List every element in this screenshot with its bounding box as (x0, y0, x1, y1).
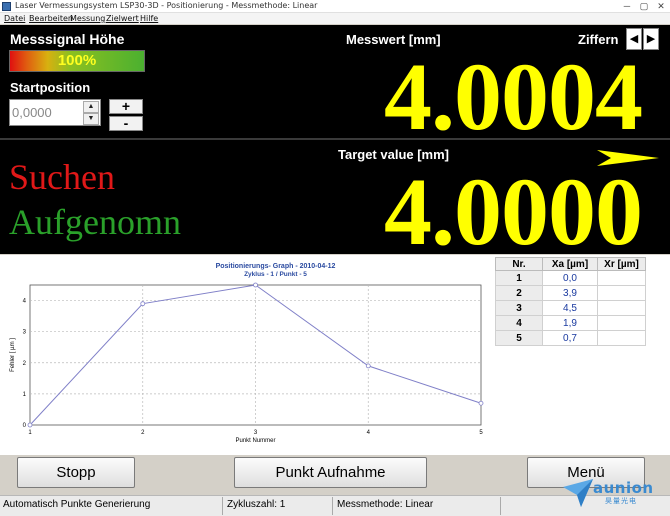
start-position-input[interactable] (12, 103, 80, 122)
positioning-graph: 1 2 3 4 5 0 1 2 3 4 Positionierungs- Graph - 2010-… (0, 255, 493, 455)
status-recorded: Aufgenomn (9, 202, 181, 242)
status-cycle: Zykluszahl: 1 (227, 499, 286, 510)
cell-xr (597, 315, 646, 331)
cell-nr: 5 (495, 330, 543, 346)
status-method: Messmethode: Linear (337, 499, 434, 510)
measurement-value: 4.0004 (384, 43, 643, 150)
status-searching: Suchen (9, 157, 115, 197)
x-tick-label: 5 (479, 430, 483, 436)
minimize-button[interactable]: ─ (620, 0, 634, 12)
spin-up-button[interactable]: ▲ (83, 101, 99, 113)
menu-messung[interactable]: Messung (70, 14, 105, 23)
target-value: 4.0000 (384, 158, 643, 265)
title-bar: Laser Vermessungsystem LSP30-3D - Positi… (0, 0, 670, 13)
decrement-button[interactable]: - (109, 116, 143, 131)
target-panel: Target value [mm] Suchen Aufgenomn 4.000… (0, 140, 670, 260)
signal-label: Messsignal Höhe (10, 31, 125, 47)
menu-datei[interactable]: Datei (4, 14, 25, 23)
cell-xr (597, 330, 646, 346)
table-row[interactable]: 1 0,0 (495, 270, 646, 286)
chart-svg: 1 2 3 4 501234Positionierungs- Graph - 2010-… (10, 263, 484, 444)
target-direction-arrow-icon (597, 150, 659, 166)
y-tick-label: 0 (23, 423, 27, 429)
cell-nr: 4 (495, 315, 543, 331)
cell-xa: 0,7 (542, 330, 598, 346)
data-point (478, 400, 484, 406)
menu-bearbeiten[interactable]: Bearbeiten (29, 14, 73, 23)
table-row[interactable]: 4 1,9 (495, 315, 646, 331)
signal-strength-bar: 100% (9, 50, 145, 72)
window-title: Laser Vermessungsystem LSP30-3D - Positi… (15, 1, 318, 10)
table-row[interactable]: 3 4,5 (495, 300, 646, 316)
stop-button[interactable]: Stopp (17, 457, 135, 488)
y-tick-label: 1 (23, 392, 27, 398)
start-position-label: Startposition (10, 80, 91, 95)
cell-xa: 0,0 (542, 270, 598, 286)
cell-nr: 2 (495, 285, 543, 301)
cell-nr: 1 (495, 270, 543, 286)
cell-xa: 3,9 (542, 285, 598, 301)
record-point-button[interactable]: Punkt Aufnahme (234, 457, 427, 488)
x-tick-label: 1 (28, 430, 32, 436)
menu-zielwert[interactable]: Zielwert (106, 14, 139, 23)
cell-nr: 3 (495, 300, 543, 316)
spin-down-button[interactable]: ▼ (83, 113, 99, 125)
maximize-button[interactable]: ▢ (637, 0, 651, 12)
table-row[interactable]: 2 3,9 (495, 285, 646, 301)
cell-xa: 1,9 (542, 315, 598, 331)
brand-name: aunion (593, 479, 654, 497)
results-table: Nr. Xa [µm] Xr [µm] 1 0,0 2 3,9 3 4,5 4 … (495, 257, 646, 346)
signal-percent: 100% (57, 52, 97, 69)
column-header-nr: Nr. (495, 257, 543, 271)
increment-button[interactable]: + (109, 99, 143, 114)
data-point (253, 282, 258, 288)
x-axis-label: Punkt Nummer (235, 438, 275, 444)
column-header-xa: Xa [µm] (542, 257, 598, 271)
status-separator (222, 497, 223, 515)
status-separator (500, 497, 501, 515)
start-position-field[interactable]: ▲ ▼ (9, 99, 101, 126)
close-button[interactable]: ✕ (654, 0, 668, 12)
y-tick-label: 3 (23, 330, 27, 336)
y-axis-label: Fehler [ µm ] (10, 338, 16, 372)
cell-xa: 4,5 (542, 300, 598, 316)
column-header-xr: Xr [µm] (597, 257, 646, 271)
x-tick-label: 3 (254, 430, 258, 436)
digits-next-button[interactable]: ▶ (643, 28, 659, 50)
app-icon (2, 2, 11, 11)
y-tick-label: 2 (23, 361, 27, 367)
data-point (365, 363, 371, 369)
x-tick-label: 4 (367, 430, 371, 436)
brand-subtitle: 昊量光电 (605, 498, 637, 505)
table-header-row: Nr. Xa [µm] Xr [µm] (495, 257, 646, 271)
y-tick-label: 4 (23, 299, 27, 305)
chart-title: Positionierungs- Graph - 2010-04-12 (216, 263, 336, 270)
brand-logo-icon (563, 479, 593, 507)
cell-xr (597, 300, 646, 316)
cell-xr (597, 285, 646, 301)
status-separator (332, 497, 333, 515)
data-point (140, 301, 146, 307)
status-mode: Automatisch Punkte Generierung (3, 499, 151, 510)
measurement-panel: Messsignal Höhe 100% Startposition ▲ ▼ +… (0, 25, 670, 145)
data-point (27, 422, 33, 428)
menu-hilfe[interactable]: Hilfe (140, 14, 158, 23)
results-table-panel: Nr. Xa [µm] Xr [µm] 1 0,0 2 3,9 3 4,5 4 … (493, 255, 670, 455)
chart-subtitle: Zyklus - 1 / Punkt - 5 (244, 271, 307, 278)
cell-xr (597, 270, 646, 286)
menu-bar: Datei Bearbeiten Messung Zielwert Hilfe (0, 13, 670, 24)
table-row[interactable]: 5 0,7 (495, 330, 646, 346)
brand-watermark: aunion 昊量光电 (561, 477, 661, 507)
x-tick-label: 2 (141, 430, 145, 436)
